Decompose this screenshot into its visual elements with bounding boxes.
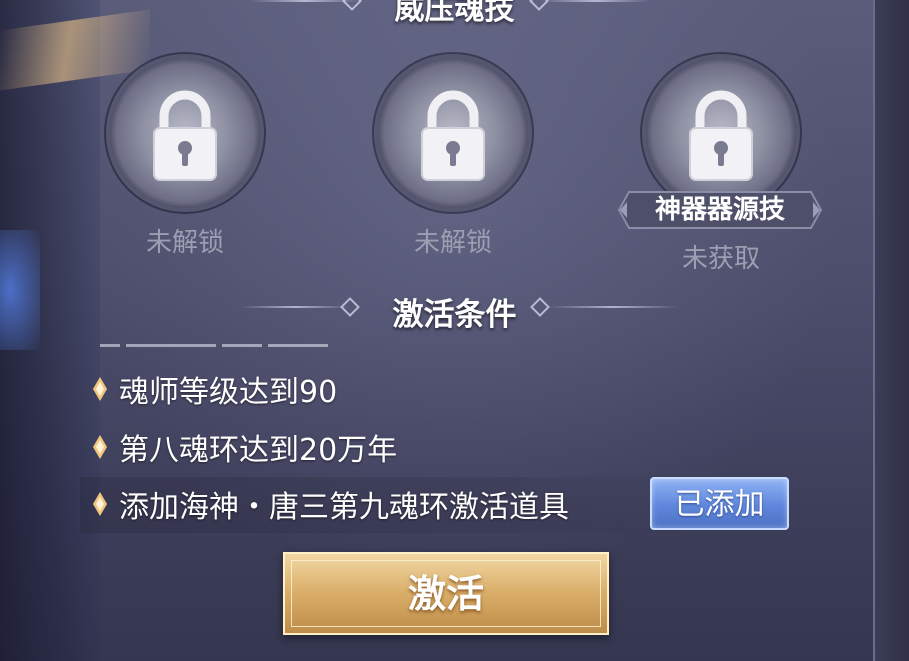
- condition-text-3: 添加海神・唐三第九魂环激活道具: [119, 490, 569, 525]
- skill-activation-panel: 威压魂技 未解锁 未解锁 神器器源技 未获取 激活条件 魂师等级达到90 第八魂…: [0, 0, 909, 661]
- lock-icon: [153, 90, 217, 181]
- skill-slot-1[interactable]: 未解锁: [105, 58, 265, 259]
- condition-text-1: 魂师等级达到90: [119, 375, 338, 410]
- condition-item-3: 添加海神・唐三第九魂环激活道具: [93, 482, 569, 526]
- conditions-header: 激活条件: [392, 297, 517, 333]
- skill-status-3: 未获取: [681, 244, 760, 274]
- scrolled-row-fragment: [100, 333, 400, 347]
- activate-button[interactable]: 激活: [283, 552, 609, 635]
- artifact-skill-tag: 神器器源技: [617, 190, 823, 230]
- condition-text-2: 第八魂环达到20万年: [119, 433, 398, 468]
- activate-button-label: 激活: [407, 571, 484, 616]
- skill-status-1: 未解锁: [145, 228, 224, 258]
- condition-item-1: 魂师等级达到90: [93, 367, 337, 411]
- lock-icon: [421, 90, 485, 181]
- panel-title: 威压魂技: [394, 0, 515, 27]
- lock-icon: [689, 90, 753, 181]
- skill-slot-3[interactable]: [641, 58, 801, 208]
- diamond-bullet-icon: [93, 377, 107, 401]
- skill-status-2: 未解锁: [413, 228, 492, 258]
- diamond-bullet-icon: [93, 492, 107, 516]
- skill-orb-3: [646, 58, 796, 208]
- condition-item-2: 第八魂环达到20万年: [93, 425, 397, 469]
- artifact-skill-tag-label: 神器器源技: [654, 195, 785, 225]
- skill-orb-2: [378, 58, 528, 208]
- skill-orb-1: [110, 58, 260, 208]
- skill-slot-2[interactable]: 未解锁: [373, 58, 533, 259]
- diamond-bullet-icon: [93, 435, 107, 459]
- item-added-button[interactable]: 已添加: [650, 477, 789, 530]
